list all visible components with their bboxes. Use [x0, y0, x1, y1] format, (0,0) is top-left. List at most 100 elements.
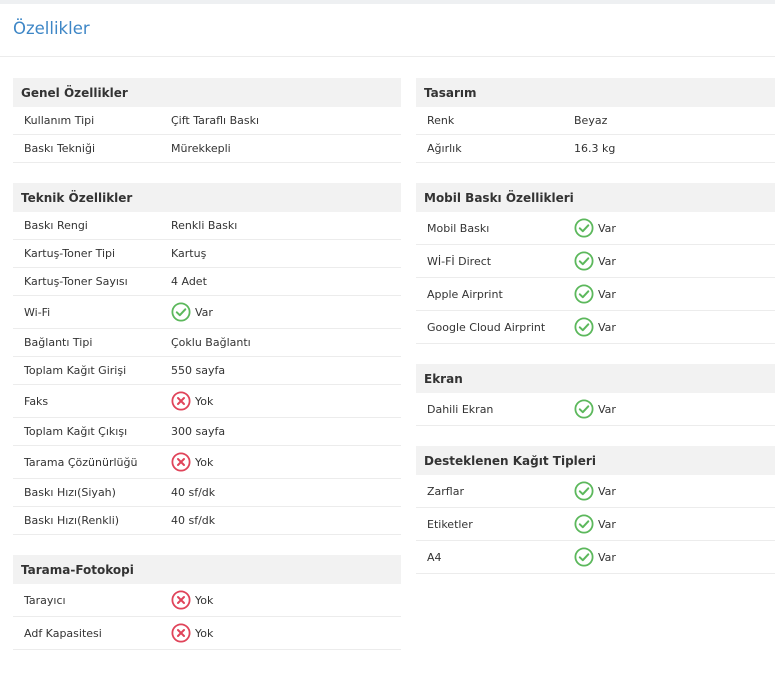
spec-row-kartus-toner-sayisi: Kartuş-Toner Sayısı 4 Adet	[13, 268, 401, 296]
spec-value-wrap: Çoklu Bağlantı	[171, 336, 251, 349]
spec-label: Kartuş-Toner Tipi	[24, 247, 116, 260]
spec-row-baglanti-tipi: Bağlantı Tipi Çoklu Bağlantı	[13, 329, 401, 357]
spec-row-tarama-cozunurlugu: Tarama Çözünürlüğü Yok	[13, 446, 401, 479]
spec-row-adf-kapasitesi: Adf Kapasitesi Yok	[13, 617, 401, 650]
check-circle-icon	[574, 547, 594, 567]
spec-row-baski-hizi-siyah: Baskı Hızı(Siyah) 40 sf/dk	[13, 479, 401, 507]
spec-label: Tarama Çözünürlüğü	[24, 455, 138, 469]
section-header: Tasarım	[416, 78, 775, 107]
spec-value: Var	[598, 254, 616, 268]
spec-label: Baskı Hızı(Renkli)	[24, 514, 120, 527]
check-circle-icon	[574, 251, 594, 271]
spec-value-wrap: Var	[574, 284, 616, 304]
section-teknik-ozellikler: Teknik Özellikler Baskı Rengi Renkli Baskı…	[13, 183, 401, 535]
x-circle-icon	[171, 391, 191, 411]
spec-label: Kullanım Tipi	[24, 114, 95, 127]
spec-value: Var	[598, 550, 616, 564]
spec-value: Çoklu Bağlantı	[171, 336, 251, 349]
spec-value: Var	[598, 402, 616, 416]
spec-value-wrap: Beyaz	[574, 114, 607, 127]
section-header: Tarama-Fotokopi	[13, 555, 401, 584]
page-title: Özellikler	[13, 19, 90, 38]
spec-value: 300 sayfa	[171, 425, 226, 438]
spec-value: Var	[598, 221, 616, 235]
spec-row-baski-teknigi: Baskı Tekniği Mürekkepli	[13, 135, 401, 163]
spec-value-wrap: Renkli Baskı	[171, 219, 237, 232]
spec-value: Var	[598, 484, 616, 498]
spec-row-google-cloud-airprint: Google Cloud Airprint Var	[416, 311, 775, 344]
x-circle-icon	[171, 590, 191, 610]
spec-value: Çift Taraflı Baskı	[171, 114, 260, 127]
spec-row-etiketler: Etiketler Var	[416, 508, 775, 541]
right-column: Tasarım Renk Beyaz Ağırlık 16.3 kg Mobil Bask…	[416, 78, 775, 594]
check-circle-icon	[574, 317, 594, 337]
spec-row-mobil-baski: Mobil Baskı Var	[416, 212, 775, 245]
section-mobil-baski-ozellikleri: Mobil Baskı Özellikleri Mobil Baskı Var Wİ-…	[416, 183, 775, 344]
spec-row-renk: Renk Beyaz	[416, 107, 775, 135]
spec-label: Bağlantı Tipi	[24, 336, 93, 349]
spec-value: Var	[598, 320, 616, 334]
spec-value: Renkli Baskı	[171, 219, 238, 232]
spec-row-toplam-kagit-girisi: Toplam Kağıt Girişi 550 sayfa	[13, 357, 401, 385]
spec-row-baski-hizi-renkli: Baskı Hızı(Renkli) 40 sf/dk	[13, 507, 401, 535]
spec-row-a4: A4 Var	[416, 541, 775, 574]
spec-value-wrap: Yok	[171, 452, 213, 472]
spec-label: Mobil Baskı	[427, 221, 490, 235]
check-circle-icon	[574, 284, 594, 304]
section-header: Teknik Özellikler	[13, 183, 401, 212]
left-column: Genel Özellikler Kullanım Tipi Çift Tarafl…	[13, 78, 401, 670]
check-circle-icon	[574, 514, 594, 534]
spec-label: Google Cloud Airprint	[427, 320, 546, 334]
spec-label: Etiketler	[427, 517, 473, 531]
title-divider	[0, 56, 775, 57]
spec-label: Dahili Ekran	[427, 402, 494, 416]
x-circle-icon	[171, 452, 191, 472]
spec-value: Kartuş	[171, 247, 207, 260]
section-genel-ozellikler: Genel Özellikler Kullanım Tipi Çift Tarafl…	[13, 78, 401, 163]
spec-value: 40 sf/dk	[171, 514, 216, 527]
spec-label: Toplam Kağıt Girişi	[24, 364, 127, 377]
spec-value: Mürekkepli	[171, 142, 231, 155]
spec-label: Baskı Rengi	[24, 219, 88, 232]
spec-label: Wİ-Fİ Direct	[427, 254, 492, 268]
spec-value-wrap: Var	[574, 399, 616, 419]
spec-value-wrap: Var	[574, 547, 616, 567]
spec-label: Toplam Kağıt Çıkışı	[24, 425, 128, 438]
spec-value: Var	[195, 305, 213, 319]
spec-label: Kartuş-Toner Sayısı	[24, 275, 128, 288]
spec-label: Wi-Fi	[24, 305, 51, 319]
spec-row-zarflar: Zarflar Var	[416, 475, 775, 508]
section-header: Mobil Baskı Özellikleri	[416, 183, 775, 212]
spec-label: Renk	[427, 114, 455, 127]
spec-label: Tarayıcı	[24, 593, 66, 607]
section-header: Desteklenen Kağıt Tipleri	[416, 446, 775, 475]
spec-value-wrap: Var	[574, 481, 616, 501]
section-tasarim: Tasarım Renk Beyaz Ağırlık 16.3 kg	[416, 78, 775, 163]
spec-value-wrap: Var	[171, 302, 213, 322]
spec-value: 16.3 kg	[574, 142, 616, 155]
section-tarama-fotokopi: Tarama-Fotokopi Tarayıcı Yok Adf Kapasitesi…	[13, 555, 401, 650]
spec-row-agirlik: Ağırlık 16.3 kg	[416, 135, 775, 163]
spec-value-wrap: Yok	[171, 391, 213, 411]
spec-value-wrap: 550 sayfa	[171, 364, 225, 377]
spec-value: 550 sayfa	[171, 364, 226, 377]
spec-label: Adf Kapasitesi	[24, 626, 102, 640]
spec-value-wrap: Var	[574, 218, 616, 238]
spec-value-wrap: 300 sayfa	[171, 425, 225, 438]
spec-value-wrap: Var	[574, 251, 616, 271]
spec-value: Yok	[195, 455, 214, 469]
spec-label: Zarflar	[427, 484, 464, 498]
spec-value: Var	[598, 287, 616, 301]
spec-row-faks: Faks Yok	[13, 385, 401, 418]
spec-label: Apple Airprint	[427, 287, 503, 301]
spec-row-tarayici: Tarayıcı Yok	[13, 584, 401, 617]
spec-value: Yok	[195, 394, 214, 408]
spec-value-wrap: 40 sf/dk	[171, 514, 215, 527]
check-circle-icon	[574, 481, 594, 501]
spec-value: 40 sf/dk	[171, 486, 216, 499]
spec-row-wi-fi-direct: Wİ-Fİ Direct Var	[416, 245, 775, 278]
spec-value-wrap: Çift Taraflı Baskı	[171, 114, 259, 127]
spec-value-wrap: 40 sf/dk	[171, 486, 215, 499]
spec-row-baski-rengi: Baskı Rengi Renkli Baskı	[13, 212, 401, 240]
spec-value-wrap: Yok	[171, 590, 213, 610]
